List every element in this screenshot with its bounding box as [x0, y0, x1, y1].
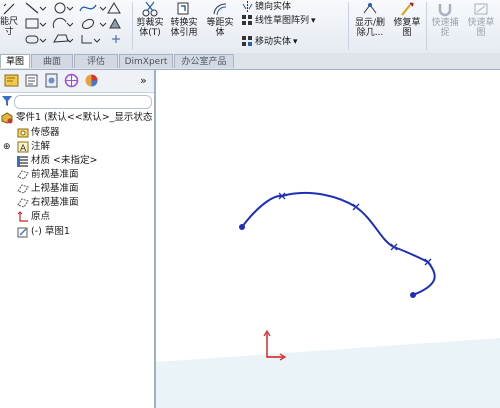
rapid-sketch-button[interactable]: 快速草 图: [464, 1, 498, 38]
move-entities-label: 移动实体: [255, 37, 292, 47]
right-plane-label: 右视基准面: [31, 197, 79, 208]
rectangle-icon[interactable]: [25, 18, 47, 29]
annotation-icon: A: [17, 141, 29, 153]
polygon-icon[interactable]: [53, 34, 74, 43]
smart-dimension-button[interactable]: 能尺 寸: [0, 2, 18, 37]
rapid-sketch-icon: [474, 3, 488, 15]
ribbon-separator: [132, 2, 133, 50]
spline-endpoint[interactable]: [239, 224, 245, 230]
chevron-down-icon[interactable]: ▾: [311, 16, 316, 26]
filter-input[interactable]: [14, 95, 152, 109]
chevron-down-icon[interactable]: ▾: [293, 37, 298, 47]
scissors-icon: [142, 1, 158, 17]
slot-icon[interactable]: [25, 35, 47, 44]
mirror-entities-button[interactable]: 镜向实体: [242, 1, 291, 13]
plane-icon: [17, 184, 29, 194]
move-icon: [242, 36, 252, 46]
configuration-manager-icon[interactable]: [44, 73, 59, 88]
magnet-icon: [438, 4, 452, 17]
grid-icon: [242, 15, 252, 25]
tab-office-products[interactable]: 办公室产品: [174, 54, 234, 68]
expand-panel-button[interactable]: »: [140, 74, 147, 87]
panel-tabs: »: [0, 70, 154, 93]
sketch1-label: (-) 草图1: [31, 226, 70, 237]
repair-sketch-label: 修复草 图: [393, 18, 421, 38]
convert-entities-icon: [177, 2, 189, 15]
repair-sketch-button[interactable]: 修复草 图: [390, 1, 424, 38]
line-icon[interactable]: [25, 2, 47, 14]
plane-icon[interactable]: [109, 17, 121, 29]
text-icon[interactable]: [107, 2, 121, 14]
material-icon: [17, 156, 28, 167]
tab-sketch[interactable]: 草图: [0, 54, 30, 68]
quick-snaps-label: 快速捕 捉: [431, 18, 459, 38]
sensors-label: 传感器: [31, 127, 60, 138]
annotations-label: 注解: [31, 141, 51, 152]
display-delete-relations-button[interactable]: 显示/删 除几...: [352, 1, 388, 38]
ribbon-separator: [348, 2, 349, 50]
offset-entities-button[interactable]: 等距实 体: [203, 1, 237, 38]
property-manager-icon[interactable]: [24, 73, 39, 88]
quick-snaps-button[interactable]: 快速捕 捉: [428, 1, 462, 38]
tab-surfaces[interactable]: 曲面: [31, 54, 73, 68]
repair-icon: [401, 2, 414, 16]
sketch-canvas[interactable]: [156, 70, 500, 408]
convert-entities-button[interactable]: 转换实 体引用: [167, 1, 201, 38]
spline-point-marker[interactable]: [352, 203, 360, 211]
filter-icon: [2, 96, 12, 106]
mirror-icon: [242, 1, 253, 12]
display-delete-relations-label: 显示/删 除几...: [354, 18, 386, 38]
tab-evaluate[interactable]: 评估: [74, 54, 118, 68]
dimension-icon: [3, 3, 15, 15]
feature-tree-icon[interactable]: [4, 73, 19, 88]
graphics-area[interactable]: [156, 70, 500, 408]
material-label: 材质 <未指定>: [31, 155, 98, 166]
fillet-icon[interactable]: [81, 35, 101, 44]
linear-pattern-button[interactable]: 线性草图阵列 ▾: [242, 15, 316, 27]
offset-icon: [213, 3, 227, 16]
ribbon-separator: [426, 2, 427, 50]
tree-item-part[interactable]: 零件1 (默认<<默认>_显示状态: [0, 111, 154, 125]
origin-label: 原点: [31, 211, 51, 222]
origin-icon: [17, 211, 28, 222]
command-manager-tabs: 草图 曲面 评估 DimXpert 办公室产品: [0, 53, 500, 70]
background-gradient-band: [156, 338, 500, 408]
svg-text:A: A: [20, 144, 27, 153]
sensor-icon: [17, 128, 29, 138]
expand-toggle-icon[interactable]: ⊕: [3, 140, 11, 154]
feature-manager-panel: » 零件1 (默认<<默认>_显示状态 传感器 ⊕ A 注解 材质 <未指定> …: [0, 70, 156, 408]
plane-icon: [17, 198, 29, 208]
convert-entities-label: 转换实 体引用: [170, 18, 198, 38]
linear-pattern-label: 线性草图阵列: [255, 16, 310, 26]
point-icon[interactable]: [112, 35, 120, 43]
dimxpert-manager-icon[interactable]: [64, 73, 79, 88]
front-plane-label: 前视基准面: [31, 169, 79, 180]
display-manager-icon[interactable]: [84, 73, 99, 88]
circle-icon[interactable]: [54, 2, 74, 14]
mirror-entities-label: 镜向实体: [255, 2, 292, 12]
part-icon: [1, 112, 13, 124]
sketch-spline[interactable]: [241, 192, 436, 296]
trim-entities-label: 剪裁实 体(T): [136, 18, 164, 38]
command-manager-ribbon: 能尺 寸 剪裁实 体(T) 转换实 体引用 等距实 体 镜向实体 线性草图阵列 ▾…: [0, 0, 500, 54]
offset-entities-label: 等距实 体: [206, 18, 234, 38]
spline-icon[interactable]: [79, 4, 107, 12]
arc-icon[interactable]: [52, 17, 74, 29]
spline-endpoint[interactable]: [410, 292, 416, 298]
tree-filter: [0, 94, 152, 109]
relations-icon: [363, 3, 377, 14]
ellipse-icon[interactable]: [81, 18, 107, 31]
smart-dimension-label: 能尺 寸: [0, 17, 19, 37]
move-entities-button[interactable]: 移动实体 ▾: [242, 36, 298, 48]
tab-dimxpert[interactable]: DimXpert: [119, 54, 173, 68]
sketch-icon: [17, 227, 28, 238]
rapid-sketch-label: 快速草 图: [467, 18, 495, 38]
plane-icon: [17, 170, 29, 180]
sketch-tools-grid: [25, 2, 121, 44]
trim-entities-button[interactable]: 剪裁实 体(T): [134, 1, 166, 38]
part-label: 零件1 (默认<<默认>_显示状态: [16, 112, 153, 123]
top-plane-label: 上视基准面: [31, 183, 79, 194]
